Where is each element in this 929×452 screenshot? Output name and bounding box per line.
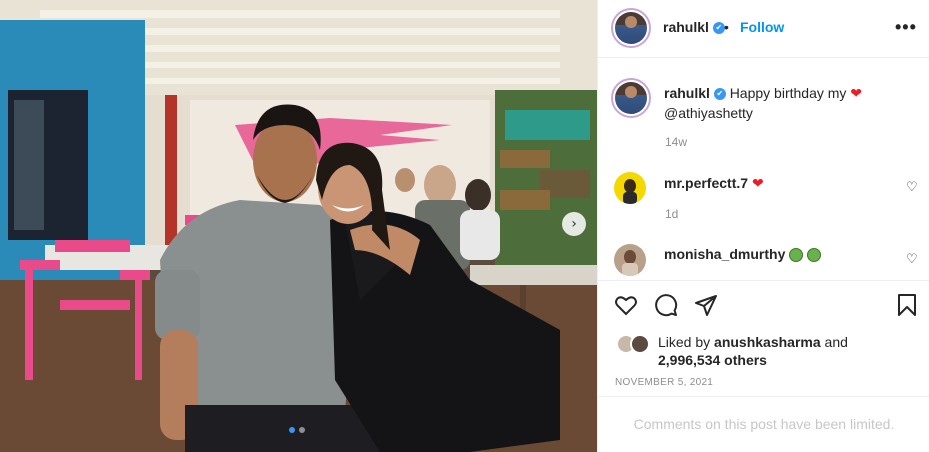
comment-time[interactable]: 1d xyxy=(665,207,678,221)
comment-like-heart-icon[interactable]: ♡ xyxy=(906,252,918,267)
carousel-dots xyxy=(289,427,305,433)
caption-mention[interactable]: @athiyashetty xyxy=(664,105,753,121)
likes-prefix: Liked by xyxy=(658,334,711,350)
commenter-avatar[interactable] xyxy=(614,172,646,204)
caption-text: Happy birthday my xyxy=(729,85,847,101)
comment-like-heart-icon[interactable]: ♡ xyxy=(906,180,918,195)
comment-username[interactable]: mr.perfectt.7 xyxy=(664,175,748,191)
carousel-dot-active xyxy=(289,427,295,433)
sick-face-emoji-icon xyxy=(789,248,804,263)
red-heart-emoji-icon: ❤ xyxy=(850,86,863,102)
post-photo[interactable]: › xyxy=(0,0,597,452)
comments-limited-notice: Comments on this post have been limited. xyxy=(598,396,929,452)
caption-time[interactable]: 14w xyxy=(665,135,687,149)
likes-conj: and xyxy=(824,334,848,350)
post-date[interactable]: NOVEMBER 5, 2021 xyxy=(615,377,713,388)
more-options-icon[interactable]: ••• xyxy=(895,17,917,38)
liked-by-username[interactable]: anushkasharma xyxy=(714,334,821,350)
likes-count[interactable]: 2,996,534 others xyxy=(658,352,767,368)
likes-text: Liked by anushkasharma and 2,996,534 oth… xyxy=(658,333,918,369)
username-text[interactable]: rahulkl xyxy=(663,19,709,35)
caption-avatar[interactable] xyxy=(611,78,651,118)
comment-1: mr.perfectt.7 ❤ xyxy=(664,175,764,192)
liker-avatar[interactable] xyxy=(630,334,650,354)
red-heart-emoji-icon: ❤ xyxy=(751,176,764,192)
share-icon[interactable] xyxy=(694,293,718,317)
sick-face-emoji-icon xyxy=(807,248,822,263)
action-bar xyxy=(598,280,929,328)
avatar-image xyxy=(615,82,647,114)
verified-badge-icon: ✔ xyxy=(713,88,726,101)
commenter-avatar[interactable] xyxy=(614,244,646,276)
post-header: rahulkl ✔ • Follow ••• xyxy=(598,0,929,58)
carousel-next-icon[interactable]: › xyxy=(562,212,586,236)
avatar-image xyxy=(623,179,637,204)
caption-username[interactable]: rahulkl xyxy=(664,85,710,101)
avatar-image xyxy=(615,12,647,44)
save-icon[interactable] xyxy=(895,293,919,317)
comment-icon[interactable] xyxy=(654,293,678,317)
photo-scene xyxy=(0,0,597,452)
author-avatar[interactable] xyxy=(611,8,651,48)
caption: rahulkl ✔ Happy birthday my ❤ @athiyashe… xyxy=(664,84,914,123)
avatar-image xyxy=(622,250,638,276)
verified-badge-icon: ✔ xyxy=(712,22,725,35)
heart-icon[interactable] xyxy=(614,293,638,317)
author-username-header[interactable]: rahulkl ✔ xyxy=(663,19,725,35)
header-separator: • xyxy=(724,19,729,35)
follow-button[interactable]: Follow xyxy=(740,19,784,35)
post-sidebar: rahulkl ✔ • Follow ••• rahulkl ✔ Happy b… xyxy=(597,0,929,452)
comment-2: monisha_dmurthy xyxy=(664,246,822,263)
carousel-dot xyxy=(299,427,305,433)
comment-username[interactable]: monisha_dmurthy xyxy=(664,246,785,262)
